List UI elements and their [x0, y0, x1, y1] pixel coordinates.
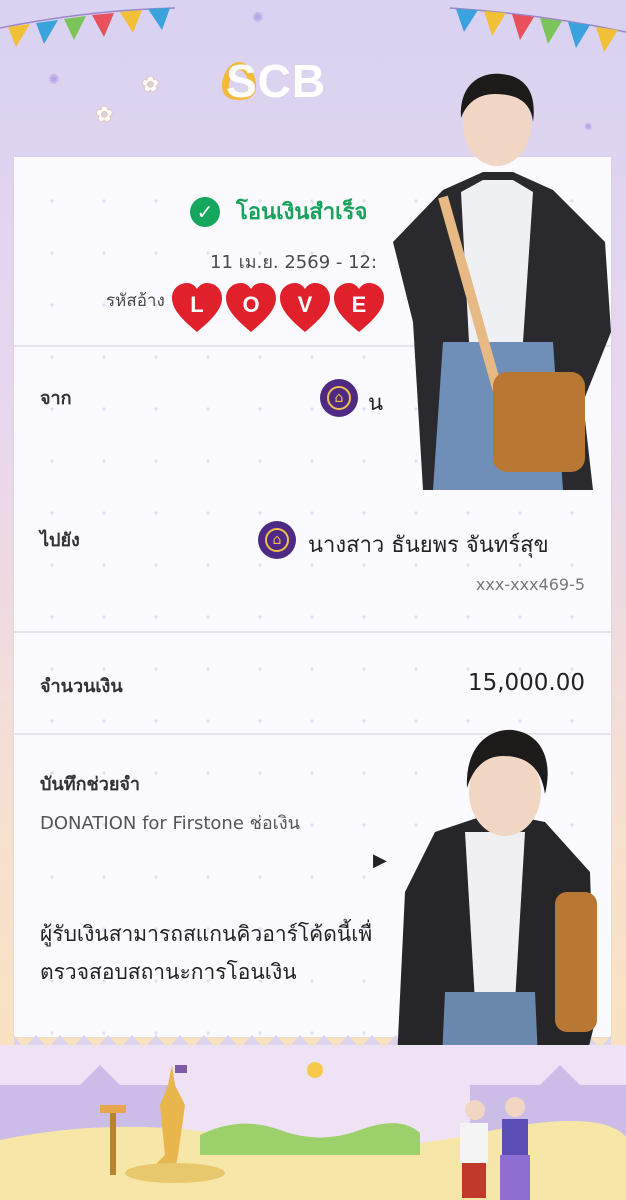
divider: [14, 631, 611, 633]
memo-label: บันทึกช่วยจำ: [40, 774, 141, 795]
brand-name: SCB: [226, 55, 327, 107]
love-letter: L: [190, 292, 203, 317]
check-circle-icon: ✓: [190, 196, 220, 227]
sparkle-icon: ✺: [48, 72, 60, 88]
love-letter: O: [242, 292, 259, 317]
memo-text: DONATION for Firstone ช่อเงิน: [40, 813, 300, 834]
amount-label: จำนวนเงิน: [40, 676, 123, 697]
love-letter: E: [352, 292, 367, 317]
to-label: ไปยัง: [40, 530, 80, 551]
love-letter: V: [298, 292, 313, 317]
person-photo-top: [383, 72, 615, 490]
scb-logo: SCB: [216, 55, 325, 107]
from-label: จาก: [40, 388, 72, 409]
transaction-datetime: 11 เม.ย. 2569 - 12:: [210, 252, 378, 273]
status-text: โอนเงินสำเร็จ: [236, 200, 368, 225]
reference-label: รหัสอ้าง: [106, 291, 165, 311]
recipient-account: xxx-xxx469-5: [475, 575, 585, 594]
qr-note: ผู้รับเงินสามารถสแกนคิวอาร์โค้ดนี้เพื่ ต…: [40, 915, 372, 991]
play-arrow-icon: ▶: [373, 850, 387, 871]
sparkle-icon: ✺: [252, 10, 264, 26]
qr-note-line2: ตรวจสอบสถานะการโอนเงิน: [40, 960, 297, 984]
bank-icon: ⌂: [258, 521, 296, 559]
transfer-status: ✓ โอนเงินสำเร็จ: [190, 194, 367, 229]
love-heart-sticker: L O V E: [172, 283, 384, 332]
qr-note-line1: ผู้รับเงินสามารถสแกนคิวอาร์โค้ดนี้เพื่: [40, 922, 373, 946]
flower-icon: ✿: [142, 72, 159, 96]
bank-icon: ⌂: [320, 379, 358, 417]
recipient-name: นางสาว ธันยพร จันทร์สุข: [308, 533, 549, 558]
festival-scene: [0, 1045, 626, 1200]
sender-name: น: [368, 391, 384, 416]
flower-icon: ✿: [96, 102, 113, 126]
amount-value: 15,000.00: [467, 670, 585, 696]
